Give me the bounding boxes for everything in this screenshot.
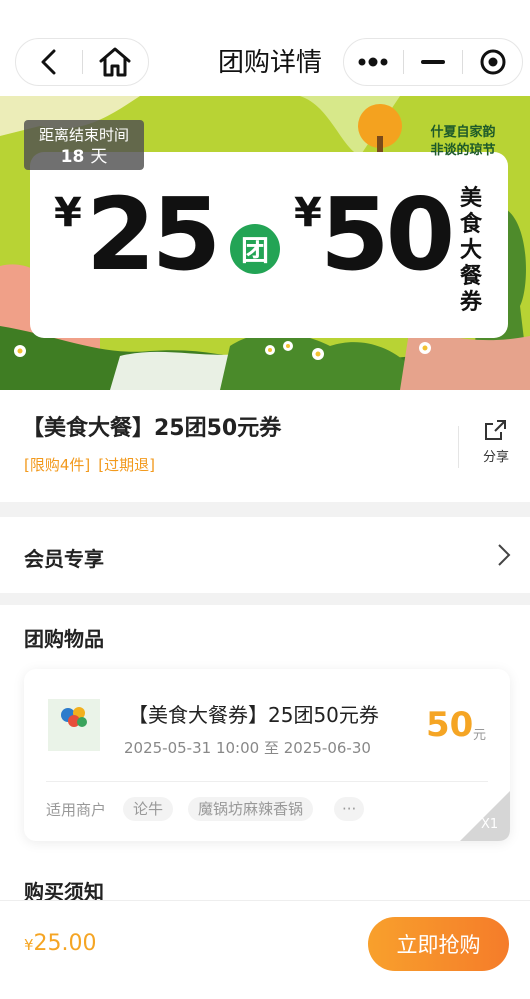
chevron-right-icon — [498, 544, 511, 566]
goods-section-title: 团购物品 — [24, 627, 104, 651]
product-tags: [限购4件] [过期退] — [24, 454, 163, 475]
countdown-label: 距离结束时间 — [38, 126, 129, 144]
pay-price: 25 — [86, 176, 221, 293]
share-button[interactable]: 分享 — [474, 418, 518, 465]
minimize-button[interactable] — [404, 39, 463, 85]
close-miniprogram-button[interactable] — [463, 39, 522, 85]
countdown-tag: 距离结束时间 18 天 — [24, 120, 144, 170]
coupon-card: ¥ 25 团 ¥ 50 美食大餐券 — [30, 152, 508, 338]
product-info-section: 【美食大餐】25团50元券 [限购4件] [过期退] 分享 — [0, 390, 530, 502]
more-button[interactable] — [344, 39, 403, 85]
goods-price-unit: 元 — [473, 728, 487, 743]
share-label: 分享 — [482, 450, 509, 465]
more-merchants-chip[interactable]: ··· — [334, 797, 365, 821]
countdown-days: 18 — [60, 147, 85, 167]
back-button[interactable] — [16, 39, 82, 85]
home-button[interactable] — [83, 39, 149, 85]
total-price: ¥25.00 — [24, 931, 97, 956]
more-dots-icon — [358, 57, 388, 67]
festival-badge: 什夏自家韵 非谈的琼节 — [420, 110, 506, 168]
home-icon — [99, 47, 131, 77]
balloon-logo-icon — [48, 699, 100, 751]
quantity-label: X1 — [481, 817, 499, 832]
tag-purchase-limit: [限购4件] — [24, 456, 91, 474]
merchant-chip[interactable]: 论牛 — [123, 797, 174, 821]
tuan-badge: 团 — [230, 224, 280, 274]
share-icon — [485, 420, 506, 440]
goods-card[interactable]: 【美食大餐券】25团50元券 2025-05-31 10:00 至 2025-0… — [24, 669, 510, 841]
share-divider — [458, 426, 459, 468]
goods-validity: 2025-05-31 10:00 至 2025-06-30 — [124, 739, 371, 757]
promo-banner: ¥ 25 团 ¥ 50 美食大餐券 什夏自家韵 非谈的琼节 距离结束时间 18 天 — [0, 96, 530, 390]
member-label: 会员专享 — [24, 547, 104, 571]
goods-section: 团购物品 【美食大餐券】25团50元券 2025-05-31 10:00 至 2… — [0, 605, 530, 905]
quantity-corner — [460, 791, 510, 841]
goods-name: 【美食大餐券】25团50元券 — [128, 703, 379, 727]
merchant-chip[interactable]: 魔锅坊麻辣香锅 — [188, 797, 314, 821]
page-title: 团购详情 — [217, 48, 322, 78]
yen-symbol: ¥ — [294, 190, 322, 236]
merchant-logo — [48, 699, 100, 751]
chevron-left-icon — [41, 49, 56, 75]
bottom-action-bar: ¥25.00 立即抢购 — [0, 900, 530, 999]
badge-line-2: 非谈的琼节 — [430, 143, 496, 158]
coupon-caption: 美食大餐券 — [459, 186, 482, 315]
coupon-value: 50 — [320, 176, 455, 293]
buy-now-button[interactable]: 立即抢购 — [368, 917, 509, 971]
nav-left-capsule — [15, 38, 149, 86]
goods-price: 50 — [426, 705, 474, 745]
tag-refund: [过期退] — [98, 456, 155, 474]
countdown-unit: 天 — [90, 147, 108, 167]
merchant-label: 适用商户 — [46, 801, 107, 819]
yen-symbol: ¥ — [54, 190, 82, 236]
minus-icon — [421, 60, 445, 64]
target-circle-icon — [480, 49, 506, 75]
badge-line-1: 什夏自家韵 — [430, 125, 496, 140]
product-title: 【美食大餐】25团50元券 — [22, 416, 282, 441]
nav-right-capsule — [343, 38, 523, 86]
member-section[interactable]: 会员专享 — [0, 517, 530, 593]
top-nav-bar: 团购详情 — [0, 0, 530, 96]
goods-divider — [46, 781, 488, 782]
